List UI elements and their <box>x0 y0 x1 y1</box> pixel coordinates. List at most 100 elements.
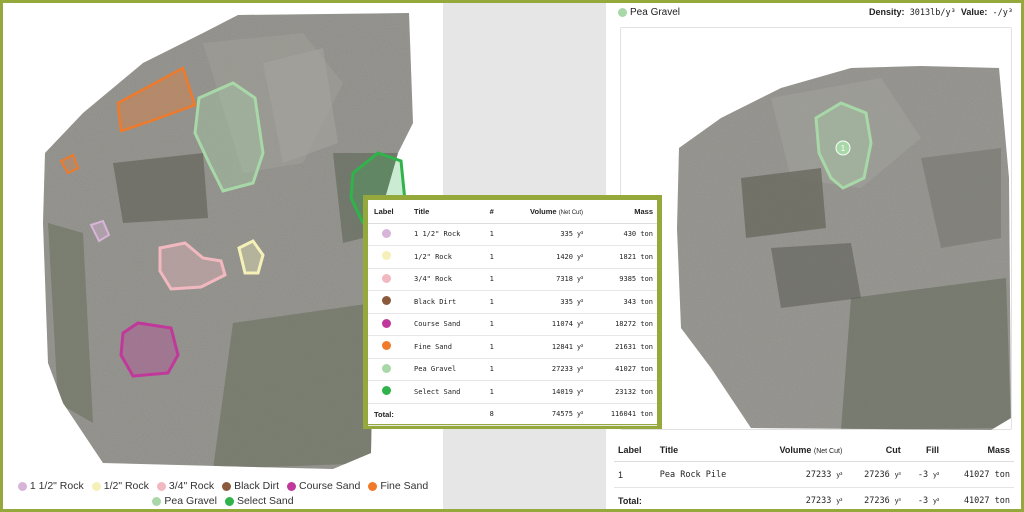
col-header-volume-text: Volume <box>530 206 557 216</box>
row-fill-unit: y³ <box>933 471 940 479</box>
table-row[interactable]: Course Sand 1 11074 y³ 18272 ton <box>368 313 657 336</box>
legend-item[interactable]: Pea Gravel <box>152 494 217 509</box>
row-mass: 18272 ton <box>587 313 657 336</box>
legend-label: Course Sand <box>299 480 361 492</box>
material-color-dot <box>618 7 627 17</box>
volume-summary-table: Label Title # Volume (Net Cut) Mass 1 1/… <box>368 200 657 426</box>
table-row[interactable]: 1/2" Rock 1 1420 y³ 1821 ton <box>368 245 657 269</box>
row-volume-value: 335 <box>560 297 573 306</box>
row-title: Select Sand <box>408 380 484 404</box>
row-title: Fine Sand <box>408 335 484 359</box>
legend-label: 3/4" Rock <box>168 480 215 492</box>
row-title: Pea Rock Pile <box>655 461 754 488</box>
row-volume-value: 27233 <box>551 365 573 374</box>
legend-item[interactable]: 1/2" Rock <box>91 479 149 494</box>
col-header-volume[interactable]: Volume (Net Cut) <box>753 439 847 462</box>
col-header-title[interactable]: Title <box>655 439 754 462</box>
material-properties: Density: 3013lb/y³ Value: -/y³ <box>869 7 1013 18</box>
legend-item[interactable]: Course Sand <box>287 479 360 494</box>
col-header-volume-sub: (Net Cut) <box>558 209 584 216</box>
row-cut-unit: y³ <box>894 471 901 479</box>
col-header-count[interactable]: # <box>483 200 503 224</box>
legend-label: 1 1/2" Rock <box>29 480 84 492</box>
right-aerial-map[interactable]: 1 <box>621 28 1013 431</box>
col-header-volume-sub: (Net Cut) <box>813 448 843 455</box>
col-header-title[interactable]: Title <box>408 200 484 224</box>
legend-dot <box>222 482 232 491</box>
legend-item[interactable]: 1 1/2" Rock <box>17 479 84 494</box>
map-legend: 1 1/2" Rock 1/2" Rock 3/4" Rock Black Di… <box>3 479 443 509</box>
table-row[interactable]: Fine Sand 1 12841 y³ 21631 ton <box>368 335 657 359</box>
row-count: 1 <box>483 313 503 336</box>
row-color-dot <box>382 251 391 261</box>
legend-item[interactable]: 3/4" Rock <box>156 479 215 494</box>
row-color-cell <box>368 268 409 291</box>
row-volume-value: 1420 <box>556 252 573 261</box>
col-header-mass[interactable]: Mass <box>943 439 1014 462</box>
legend-item[interactable]: Fine Sand <box>368 479 428 494</box>
row-volume: 12841 y³ <box>502 335 588 359</box>
row-volume-unit: y³ <box>577 343 584 351</box>
right-panel: Pea Gravel Density: 3013lb/y³ Value: -/y… <box>606 3 1021 512</box>
row-volume-unit: y³ <box>836 471 843 479</box>
row-title: Black Dirt <box>408 290 484 314</box>
row-count: 1 <box>483 380 503 404</box>
col-header-fill[interactable]: Fill <box>904 439 944 462</box>
total-cut-unit: y³ <box>894 497 901 505</box>
legend-dot <box>224 497 234 506</box>
legend-item[interactable]: Select Sand <box>224 494 294 509</box>
total-fill-value: -3 <box>917 495 929 506</box>
row-mass: 9385 ton <box>587 268 657 291</box>
pile-detail-table: Label Title Volume (Net Cut) Cut Fill Ma… <box>614 439 1014 512</box>
total-volume-value: 74575 <box>551 410 573 419</box>
col-header-label[interactable]: Label <box>368 200 409 224</box>
total-fill: -3 y³ <box>904 487 944 512</box>
col-header-label[interactable]: Label <box>614 439 656 462</box>
total-cut-value: 27236 <box>864 495 890 506</box>
total-label: Total: <box>614 487 656 512</box>
col-header-cut[interactable]: Cut <box>846 439 905 462</box>
row-fill-value: -3 <box>917 469 929 480</box>
total-fill-unit: y³ <box>933 497 940 505</box>
row-volume-value: 335 <box>560 230 573 239</box>
material-header: Pea Gravel Density: 3013lb/y³ Value: -/y… <box>606 3 1021 21</box>
table-row[interactable]: 1 1/2" Rock 1 335 y³ 430 ton <box>368 223 657 246</box>
row-volume: 335 y³ <box>502 290 588 314</box>
total-mass: 116041 ton <box>587 403 657 426</box>
table-row[interactable]: Black Dirt 1 335 y³ 343 ton <box>368 290 657 314</box>
legend-label: Fine Sand <box>380 480 429 492</box>
row-volume: 335 y³ <box>502 223 588 246</box>
row-volume-value: 7318 <box>556 275 573 284</box>
legend-item[interactable]: Black Dirt <box>222 479 279 494</box>
row-volume-unit: y³ <box>577 276 584 284</box>
row-volume-unit: y³ <box>577 253 584 261</box>
total-count: 8 <box>483 403 503 426</box>
volume-summary-panel: Label Title # Volume (Net Cut) Mass 1 1/… <box>363 195 662 429</box>
row-mass: 1821 ton <box>587 245 657 269</box>
row-color-cell <box>368 290 409 314</box>
table-row[interactable]: 3/4" Rock 1 7318 y³ 9385 ton <box>368 268 657 291</box>
col-header-volume[interactable]: Volume (Net Cut) <box>502 200 588 224</box>
row-volume: 27233 y³ <box>753 461 847 488</box>
total-volume-value: 27233 <box>805 495 832 506</box>
col-header-mass[interactable]: Mass <box>587 200 657 224</box>
table-row[interactable]: Select Sand 1 14019 y³ 23132 ton <box>368 380 657 404</box>
row-mass: 343 ton <box>587 290 657 314</box>
value-label: Value: <box>960 6 988 17</box>
table-row[interactable]: 1 Pea Rock Pile 27233 y³ 27236 y³ -3 y³ … <box>614 461 1014 488</box>
legend-dot <box>368 482 378 491</box>
legend-label: Black Dirt <box>234 480 280 492</box>
legend-label: 1/2" Rock <box>103 480 149 492</box>
row-mass: 41027 ton <box>943 461 1014 488</box>
total-volume-unit: y³ <box>577 411 584 419</box>
row-volume-value: 27233 <box>805 469 832 480</box>
row-color-dot <box>382 341 391 351</box>
legend-label: Select Sand <box>236 495 294 507</box>
row-color-cell <box>368 335 409 359</box>
total-volume: 74575 y³ <box>502 403 588 426</box>
row-volume-unit: y³ <box>577 298 584 306</box>
total-cut: 27236 y³ <box>846 487 905 512</box>
row-color-cell <box>368 380 409 404</box>
table-row[interactable]: Pea Gravel 1 27233 y³ 41027 ton <box>368 358 657 381</box>
row-color-dot <box>382 318 391 328</box>
